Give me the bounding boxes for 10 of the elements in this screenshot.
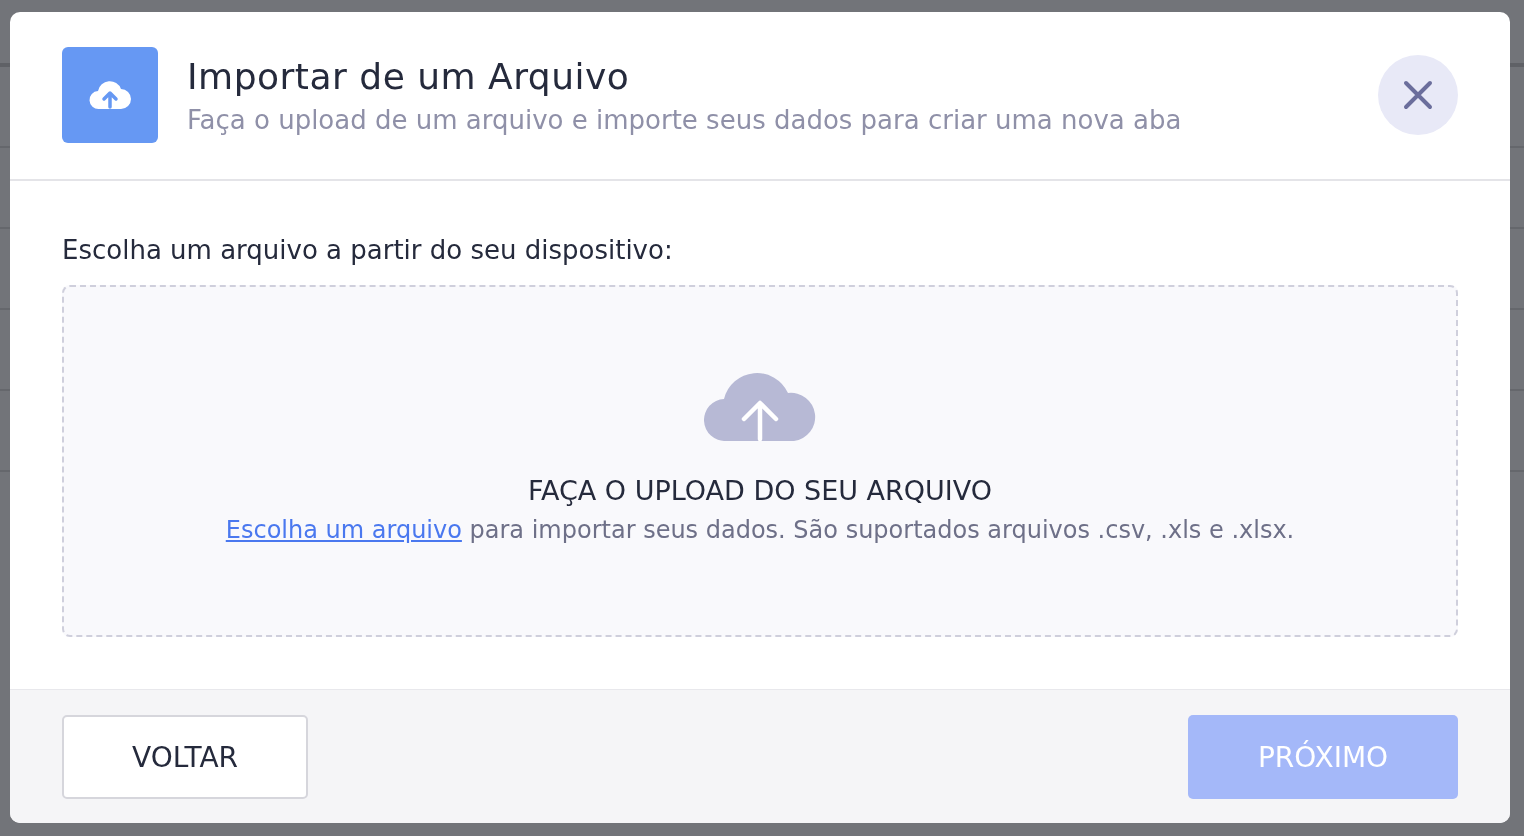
upload-icon — [62, 47, 158, 143]
upload-dropzone[interactable]: FAÇA O UPLOAD DO SEU ARQUIVO Escolha um arquivo para importar seus dados. São suportados arquivos .csv, .xls e .xlsx. — [62, 285, 1458, 637]
dialog-subtitle: Faça o upload de um arquivo e importe seus dados para criar uma nova aba — [187, 104, 1183, 135]
field-label: Escolha um arquivo a partir do seu dispositivo: — [62, 235, 674, 265]
dialog-title: Importar de um Arquivo — [187, 55, 631, 97]
upload-description: Escolha um arquivo para importar seus dados. São suportados arquivos .csv, .xls e .xlsx. — [225, 516, 1295, 544]
upload-heading: FAÇA O UPLOAD DO SEU ARQUIVO — [527, 475, 993, 506]
close-icon — [1402, 79, 1434, 111]
choose-file-link[interactable]: Escolha um arquivo — [225, 516, 462, 544]
back-button[interactable]: VOLTAR — [62, 715, 308, 799]
